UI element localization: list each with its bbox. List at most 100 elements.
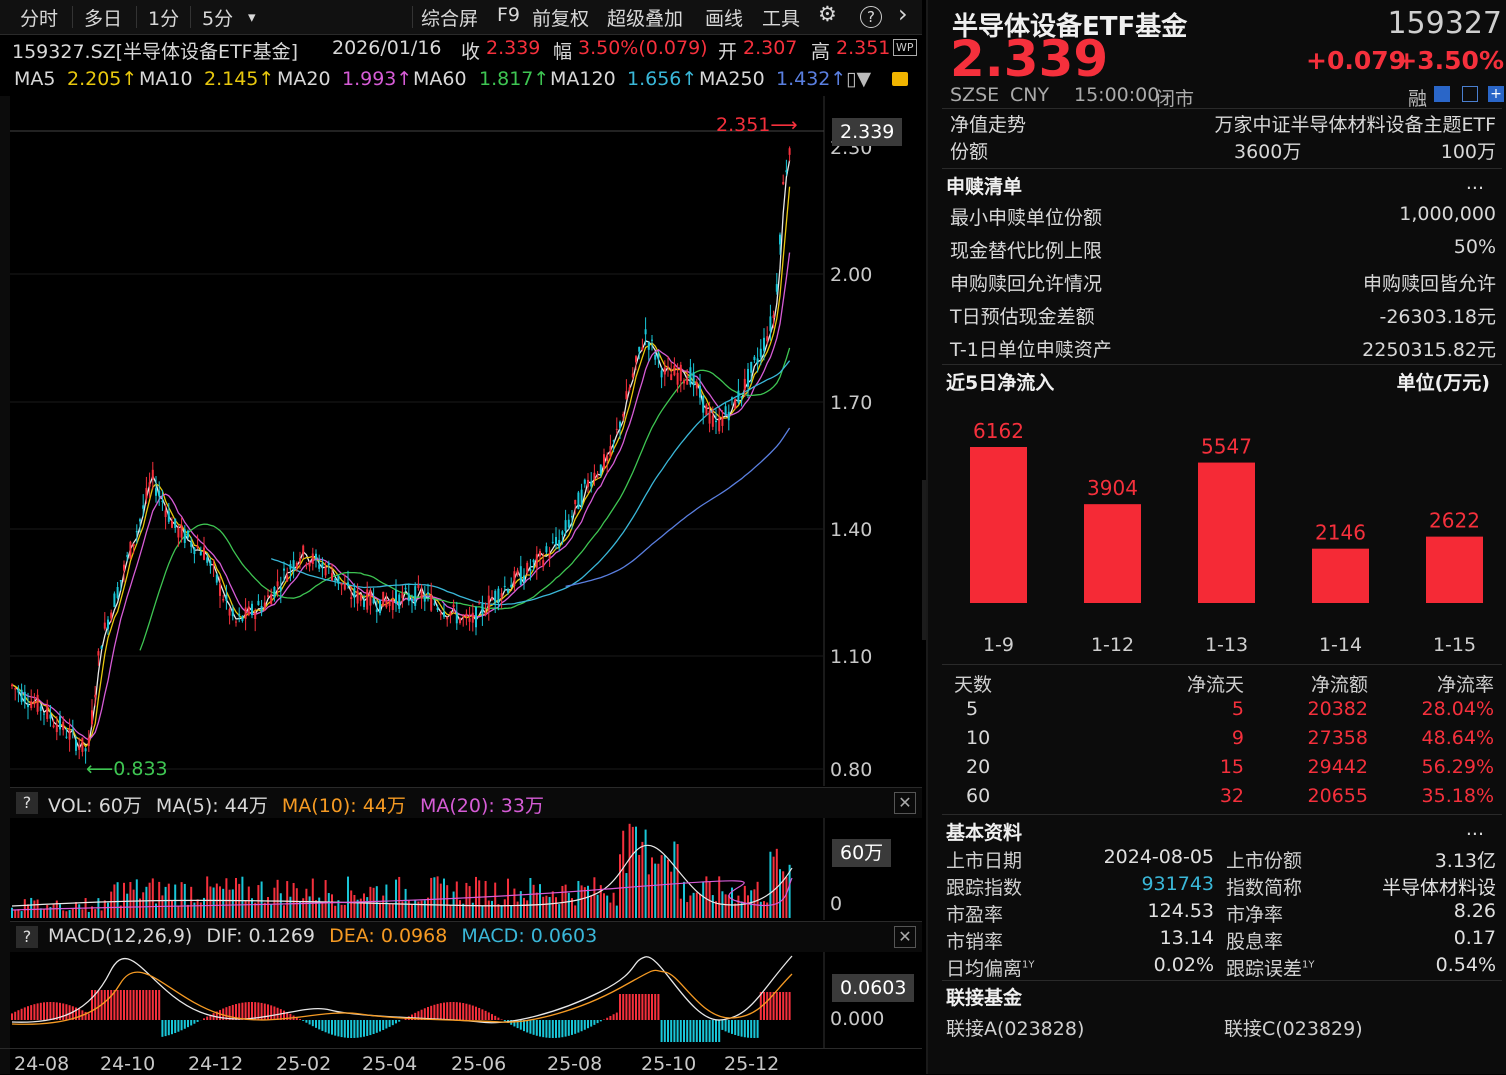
kline-chart[interactable] (0, 96, 922, 786)
basic-value: 0.17 (1454, 927, 1496, 949)
inflow-bar (1426, 537, 1483, 603)
volume-ma5: MA(5): 44万 (156, 795, 268, 817)
basic-label: 市盈率 (946, 900, 1003, 927)
nav-trend-row[interactable]: 净值走势 万家中证半导体材料设备主题ETF (950, 110, 1496, 140)
linked-fund-c[interactable]: 联接C(023829) (1224, 1014, 1363, 1041)
row-label: 最小申赎单位份额 (950, 203, 1102, 230)
inflow-category-label: 1-15 (1433, 634, 1476, 656)
lock-icon[interactable] (892, 72, 908, 86)
basic-label: 上市份额 (1226, 846, 1302, 873)
macd-help-icon[interactable]: ? (16, 926, 38, 948)
flow-header-cell: 天数 (954, 670, 992, 697)
price-axis-label: 1.10 (830, 646, 872, 668)
inflow-bar (1084, 504, 1141, 603)
current-price-tag: 2.339 (832, 118, 902, 146)
ma10-label: MA10 (139, 68, 193, 90)
help-icon[interactable]: ? (860, 6, 882, 28)
row-value: 2250315.82元 (1362, 335, 1496, 362)
volume-ma20: MA(20): 33万 (420, 795, 544, 817)
basic-info-more-icon[interactable]: ... (1466, 818, 1484, 840)
flow-header-cell: 净流天 (1187, 670, 1244, 697)
basic-label: 日均偏离1Y (946, 954, 1035, 981)
last-price: 2.339 (950, 30, 1108, 88)
subscription-row: 申购赎回允许情况 申购赎回皆允许 (950, 269, 1496, 299)
tab-multiday[interactable]: 多日 (84, 4, 122, 31)
alert-icon[interactable] (1462, 86, 1478, 102)
volume-ma10: MA(10): 44万 (282, 795, 406, 817)
flow-header-cell: 净流额 (1311, 670, 1368, 697)
macd-header: ? MACD(12,26,9) DIF: 0.1269 DEA: 0.0968 … (10, 921, 922, 952)
inflow-bar (970, 447, 1027, 603)
range-label: 幅 (553, 37, 572, 64)
fund-code: 159327 (1387, 6, 1502, 41)
subscription-row: T-1日单位申赎资产 2250315.82元 (950, 335, 1496, 365)
linked-fund-a[interactable]: 联接A(023828) (946, 1014, 1084, 1041)
open-label: 开 (718, 37, 737, 64)
time-label: 24-08 (14, 1053, 69, 1075)
row-label: T-1日单位申赎资产 (950, 335, 1112, 362)
subscription-more-icon[interactable]: ... (1466, 172, 1484, 194)
menu-draw[interactable]: 画线 (705, 4, 743, 31)
row-value: 50% (1454, 236, 1496, 258)
basic-value: 2024-08-05 (1104, 846, 1214, 868)
wp-badge-icon[interactable]: WP (893, 39, 917, 56)
high-price-marker: 2.351⟶ (716, 114, 798, 136)
add-watchlist-icon[interactable]: + (1488, 86, 1504, 102)
subscription-row: 现金替代比例上限 50% (950, 236, 1496, 266)
ma-more-icon[interactable]: ▯▼ (846, 68, 871, 90)
menu-forward-adjust[interactable]: 前复权 (532, 4, 589, 31)
period-dropdown-icon[interactable]: ▾ (248, 8, 256, 26)
gear-icon[interactable]: ⚙ (818, 2, 837, 26)
close-macd-icon[interactable]: ✕ (894, 926, 916, 948)
time-label: 24-10 (100, 1053, 155, 1075)
subscription-row: 最小申赎单位份额 1,000,000 (950, 203, 1496, 233)
time-axis: 24-08 24-10 24-12 25-02 25-04 25-06 25-0… (0, 1048, 922, 1075)
menu-tools[interactable]: 工具 (762, 4, 800, 31)
close-label: 收 (461, 37, 480, 64)
open-value: 2.307 (743, 37, 797, 59)
volume-help-icon[interactable]: ? (16, 792, 38, 814)
nav-value: 万家中证半导体材料设备主题ETF (1214, 110, 1496, 137)
edit-icon[interactable] (1434, 86, 1450, 102)
menu-f9[interactable]: F9 (497, 4, 520, 26)
flow-cell: 20 (966, 756, 990, 778)
basic-label: 市净率 (1226, 900, 1283, 927)
flow-cell: 20382 (1308, 698, 1368, 720)
price-change-pct: +3.50% (1396, 46, 1504, 75)
inflow-bar (1312, 549, 1369, 603)
basic-value: 124.53 (1148, 900, 1214, 922)
flow-cell: 56.29% (1422, 756, 1494, 778)
basic-value: 0.54% (1436, 954, 1496, 976)
nav-label: 净值走势 (950, 110, 1026, 137)
volume-chart[interactable] (0, 818, 922, 920)
basic-info-title: 基本资料 (946, 818, 1496, 845)
quote-time: 15:00:00 (1074, 84, 1159, 106)
quote-side-panel: 半导体设备ETF基金 159327 2.339 +0.079 +3.50% SZ… (926, 0, 1506, 1074)
share-value: 3600万 (1234, 137, 1301, 164)
basic-value: 半导体材料设 (1382, 873, 1496, 900)
linked-fund-title: 联接基金 (946, 983, 1496, 1010)
chevron-right-icon[interactable]: › (898, 0, 908, 28)
ma250-value: 1.432↑ (776, 68, 846, 90)
tab-5min[interactable]: 5分 (202, 4, 233, 31)
time-label: 24-12 (188, 1053, 243, 1075)
row-label: 现金替代比例上限 (950, 236, 1102, 263)
basic-value: 3.13亿 (1435, 846, 1496, 873)
tab-1min[interactable]: 1分 (148, 4, 179, 31)
ma5-value: 2.205↑ (67, 68, 137, 90)
menu-overlay[interactable]: 超级叠加 (607, 4, 683, 31)
time-label: 25-10 (641, 1053, 696, 1075)
flow-cell: 60 (966, 785, 990, 807)
price-axis-label: 2.00 (830, 264, 872, 286)
time-label: 25-06 (451, 1053, 506, 1075)
high-label: 高 (811, 37, 830, 64)
basic-value: 8.26 (1454, 900, 1496, 922)
close-volume-icon[interactable]: ✕ (894, 792, 916, 814)
ma60-label: MA60 (413, 68, 467, 90)
menu-overview[interactable]: 综合屏 (421, 4, 478, 31)
row-label: 申购赎回允许情况 (950, 269, 1102, 296)
tab-intraday[interactable]: 分时 (20, 4, 58, 31)
share-value-2: 100万 (1441, 137, 1496, 164)
macd-chart[interactable] (0, 952, 922, 1048)
flow-cell: 28.04% (1422, 698, 1494, 720)
